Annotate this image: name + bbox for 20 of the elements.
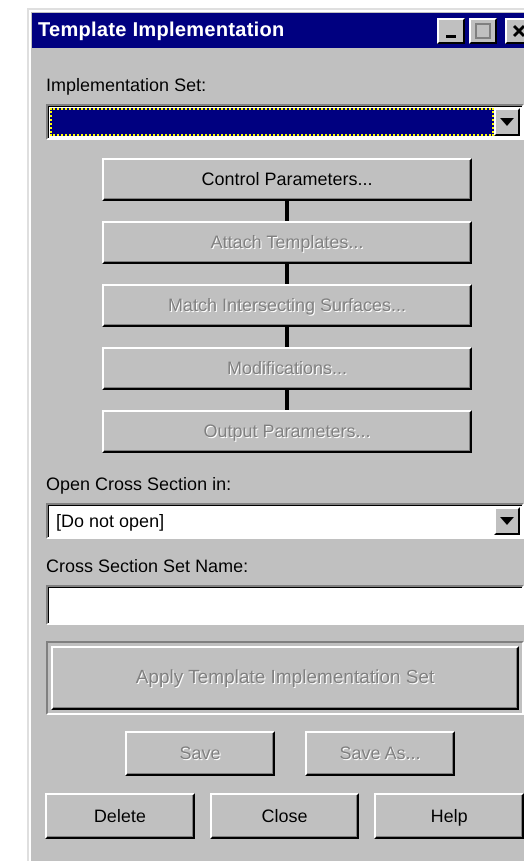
dialog-button[interactable]: Close	[210, 793, 360, 839]
dialog-button[interactable]: Delete	[45, 793, 195, 839]
step-button[interactable]: Control Parameters...	[102, 158, 472, 201]
minimize-button[interactable]	[437, 18, 465, 44]
field-label: Cross Section Set Name:	[46, 555, 250, 577]
field-label: Implementation Set:	[46, 74, 208, 96]
maximize-button[interactable]	[469, 18, 497, 44]
dropdown-button[interactable]	[494, 108, 520, 136]
dialog-button[interactable]: Help	[374, 793, 524, 839]
caret-icon	[500, 517, 514, 525]
minimize-icon	[446, 35, 456, 38]
input-field[interactable]	[46, 585, 524, 625]
maximize-icon	[475, 22, 491, 38]
dropdown-button[interactable]	[494, 507, 520, 535]
field-label: Open Cross Section in:	[46, 473, 232, 495]
window-title: Template Implementation	[38, 19, 286, 42]
caret-icon	[500, 118, 514, 126]
close-icon	[512, 24, 524, 38]
implementation-set-dropdown[interactable]	[46, 104, 524, 140]
open-cross-section-dropdown[interactable]: [Do not open]	[46, 503, 524, 539]
